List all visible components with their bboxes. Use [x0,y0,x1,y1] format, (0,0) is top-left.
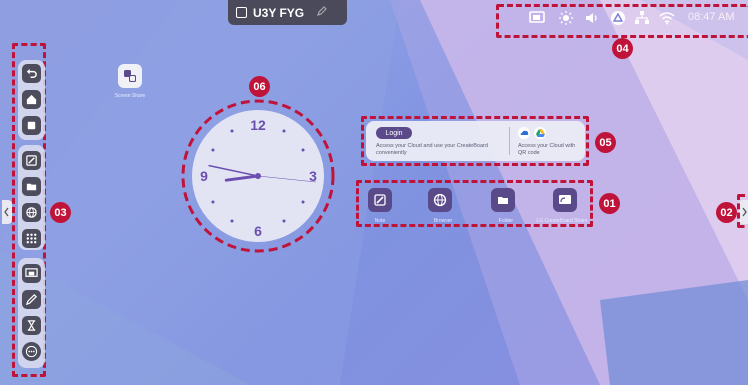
app-label: Browser [433,218,453,224]
timer-button[interactable] [22,316,41,335]
home-button[interactable] [22,90,41,109]
browser-icon [433,193,447,207]
right-toggle-callout [737,194,748,228]
network-icon[interactable] [634,10,650,26]
app-label: LG CreateBoard Share [536,218,588,224]
sidebar-browser-button[interactable] [22,203,41,222]
app-label: Note [374,218,386,224]
app-browser-button[interactable] [428,188,452,212]
cloud-icon[interactable] [609,10,627,26]
callout-04: 04 [612,38,633,59]
edit-code-icon[interactable] [316,5,328,20]
more-icon [25,345,38,358]
login-button[interactable]: Login [376,127,412,139]
clock-tick [230,219,234,223]
home-icon [26,94,37,105]
clock-numeral-9: 9 [200,168,208,184]
app-note-button[interactable] [368,188,392,212]
clock-tick [211,200,215,204]
clock-center [255,173,261,179]
hourglass-icon [27,320,36,331]
cloud-widget-card: Login Access your Cloud and use your Cre… [366,121,585,161]
widget-divider [509,127,510,155]
screen-share-shortcut-label: Screen Share [114,93,146,99]
clock-tick [211,148,215,152]
folder-icon [26,183,37,191]
cloud-login-description: Access your Cloud and use your CreateBoa… [376,143,488,156]
apps-grid-icon [26,233,37,244]
onedrive-icon[interactable] [518,127,530,139]
analog-clock-widget: 12 3 6 9 [181,99,335,253]
clock-tick [230,129,234,133]
clock-tick [301,200,305,204]
recent-apps-icon [27,121,36,130]
callout-01: 01 [599,193,620,214]
clock-numeral-6: 6 [254,223,262,239]
title-bar: U3Y FYG [228,0,347,25]
board-code-icon [236,7,247,18]
desktop: U3Y FYG 08:47 AM 04 03 02 Screen Share 1… [0,0,748,385]
recent-apps-button[interactable] [22,116,41,135]
callout-06: 06 [249,76,270,97]
app-screen-share-button[interactable] [553,188,577,212]
note-icon [26,155,37,166]
clock-tick [301,148,305,152]
cloud-qr-description: Access your Cloud with QR code [518,143,576,156]
pen-icon [25,294,37,306]
note-icon [374,194,386,206]
clock-tick [282,219,286,223]
brightness-icon[interactable] [558,10,574,26]
back-icon [26,68,37,78]
sidebar-note-button[interactable] [22,151,41,170]
screen-share-shortcut[interactable] [118,64,142,88]
board-code: U3Y FYG [253,5,305,20]
more-button[interactable] [22,342,41,361]
screen-share-status-icon[interactable] [528,10,546,26]
google-drive-icon[interactable] [534,127,546,139]
app-folder-button[interactable] [491,188,515,212]
sidebar-folder-button[interactable] [22,177,41,196]
clock-numeral-12: 12 [250,117,266,133]
back-button[interactable] [22,64,41,83]
chevron-left-icon [4,207,9,217]
screen-share-icon [25,268,38,277]
callout-02: 02 [716,202,737,223]
clock-tick [282,129,286,133]
folder-icon [498,197,508,204]
sidebar-toggle-left[interactable] [2,200,12,224]
clock-time: 08:47 AM [688,11,735,23]
pen-button[interactable] [22,290,41,309]
screen-share-app-icon [124,70,136,82]
all-apps-button[interactable] [22,229,41,248]
volume-icon[interactable] [584,10,600,26]
browser-icon [26,207,37,218]
screen-share-icon [559,195,571,204]
callout-05: 05 [595,132,616,153]
screen-share-button[interactable] [22,264,41,283]
callout-03: 03 [50,202,71,223]
wifi-icon[interactable] [658,10,676,26]
